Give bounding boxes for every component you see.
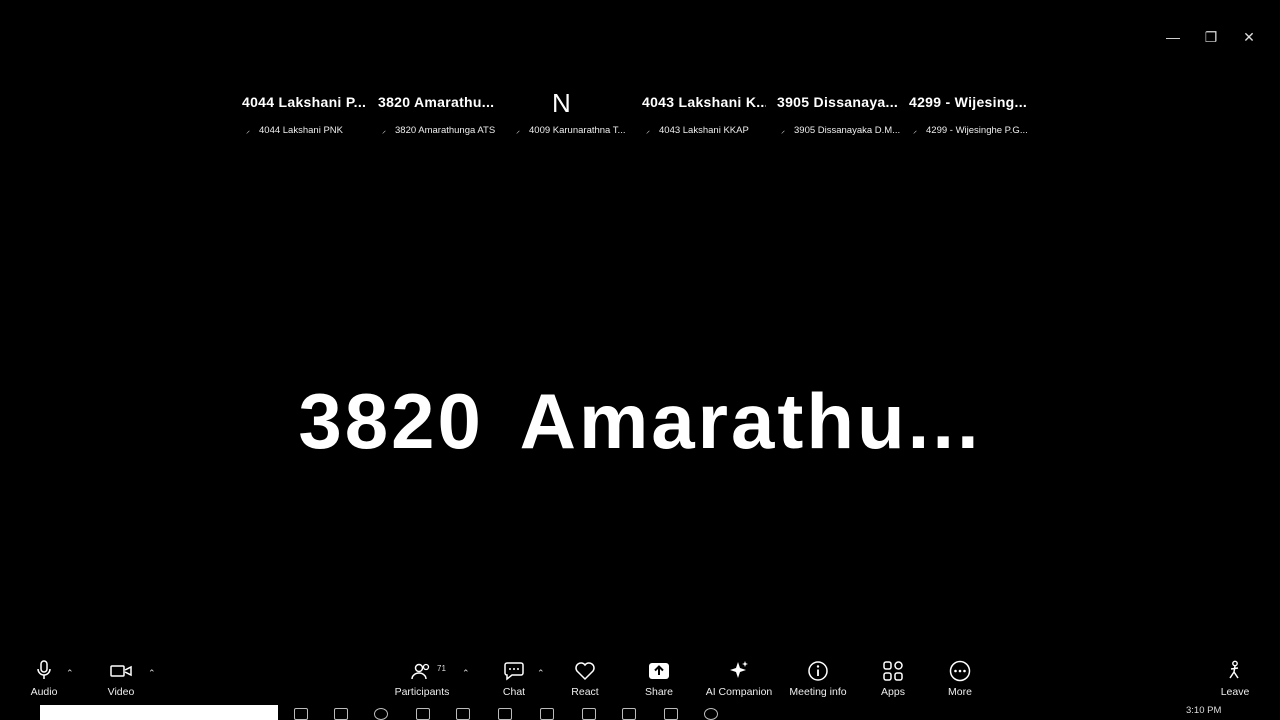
- mic-muted-icon: ⸝: [516, 126, 520, 135]
- taskbar-app-icon[interactable]: [334, 708, 348, 720]
- participant-tile[interactable]: 4043 Lakshani K... ⸝ 4043 Lakshani KKAP: [636, 88, 766, 144]
- task-view-icon[interactable]: [294, 708, 308, 720]
- store-icon[interactable]: [456, 708, 470, 720]
- taskbar-search-box[interactable]: [40, 705, 278, 720]
- more-label: More: [948, 686, 972, 698]
- taskbar-app-icon[interactable]: [622, 708, 636, 720]
- clock-time[interactable]: 3:10 PM: [1186, 705, 1221, 716]
- share-screen-icon: [649, 663, 669, 679]
- participants-label: Participants: [394, 686, 450, 698]
- participant-tile[interactable]: 3820 Amarathu... ⸝ 3820 Amarathunga ATS: [372, 88, 502, 144]
- microphone-icon: [37, 660, 51, 679]
- participant-tile[interactable]: N ⸝ 4009 Karunarathna T...: [506, 88, 636, 144]
- folder-icon[interactable]: [416, 708, 430, 720]
- leave-button[interactable]: Leave: [1190, 656, 1280, 698]
- participant-name: 4044 Lakshani PNK: [259, 125, 343, 136]
- participant-name: 4299 - Wijesinghe P.G...: [926, 125, 1028, 136]
- gallery-strip: 4044 Lakshani P... ⸝ 4044 Lakshani PNK 38…: [236, 88, 1040, 144]
- share-label: Share: [644, 686, 674, 698]
- info-icon: [808, 661, 828, 681]
- mic-muted-icon: ⸝: [246, 126, 250, 135]
- taskbar-app-icon[interactable]: [540, 708, 554, 720]
- meeting-info-label: Meeting info: [789, 686, 847, 698]
- sparkle-icon: [730, 661, 748, 678]
- participants-icon: [411, 663, 430, 680]
- mic-muted-icon: ⸝: [913, 126, 917, 135]
- video-camera-icon: [110, 665, 132, 677]
- participant-display-name: 4299 - Wijesing...: [909, 94, 1028, 110]
- more-button[interactable]: More: [915, 656, 1005, 698]
- participant-display-name: 4044 Lakshani P...: [242, 94, 366, 110]
- participants-count: 71: [437, 664, 446, 673]
- participant-initial: N: [552, 88, 571, 118]
- video-label: Video: [107, 686, 135, 698]
- apps-label: Apps: [881, 686, 905, 698]
- leave-label: Leave: [1220, 686, 1250, 698]
- mic-muted-icon: ⸝: [781, 126, 785, 135]
- apps-icon: [883, 661, 903, 681]
- ai-companion-label: AI Companion: [705, 686, 773, 698]
- leave-icon: [1229, 660, 1239, 679]
- participant-tile[interactable]: 4044 Lakshani P... ⸝ 4044 Lakshani PNK: [236, 88, 366, 144]
- participant-name: 4043 Lakshani KKAP: [659, 125, 749, 136]
- restore-button[interactable]: ❐: [1192, 26, 1230, 48]
- participants-button[interactable]: Participants: [377, 656, 467, 698]
- participant-name: 3905 Dissanayaka D.M...: [794, 125, 901, 136]
- taskbar-app-icon[interactable]: [498, 708, 512, 720]
- taskbar-app-icon[interactable]: [704, 708, 718, 720]
- participant-display-name: 3820 Amarathu...: [378, 94, 495, 110]
- participant-name: 4009 Karunarathna T...: [529, 125, 626, 136]
- participant-display-name: 4043 Lakshani K...: [642, 94, 766, 110]
- taskbar-app-icon[interactable]: [582, 708, 596, 720]
- chat-icon: [504, 662, 524, 681]
- audio-options-caret[interactable]: ⌃: [66, 668, 74, 679]
- meeting-toolbar: Audio ⌃ Video ⌃ Participants 71 ⌃ Chat ⌃…: [0, 656, 1280, 706]
- chat-label: Chat: [502, 686, 526, 698]
- more-icon: [949, 660, 971, 682]
- participant-tile[interactable]: 3905 Dissanaya... ⸝ 3905 Dissanayaka D.M.…: [771, 88, 901, 144]
- active-speaker-name: 3820 Amarathu...: [298, 377, 982, 465]
- close-button[interactable]: ✕: [1230, 26, 1268, 48]
- react-label: React: [571, 686, 599, 698]
- ai-companion-button[interactable]: AI Companion: [694, 656, 784, 698]
- participant-display-name: 3905 Dissanaya...: [777, 94, 899, 110]
- mic-muted-icon: ⸝: [646, 126, 650, 135]
- os-taskbar: 3:10 PM: [0, 704, 1280, 720]
- share-button[interactable]: Share: [614, 656, 704, 698]
- video-options-caret[interactable]: ⌃: [148, 668, 156, 679]
- mic-muted-icon: ⸝: [382, 126, 386, 135]
- window-controls: — ❐ ✕: [1154, 26, 1268, 48]
- participant-tile[interactable]: 4299 - Wijesing... ⸝ 4299 - Wijesinghe P.…: [903, 88, 1033, 144]
- audio-label: Audio: [30, 686, 58, 698]
- taskbar-app-icon[interactable]: [664, 708, 678, 720]
- browser-icon[interactable]: [374, 708, 388, 720]
- heart-icon: [575, 662, 595, 681]
- minimize-button[interactable]: —: [1154, 26, 1192, 48]
- participant-name: 3820 Amarathunga ATS: [395, 125, 496, 136]
